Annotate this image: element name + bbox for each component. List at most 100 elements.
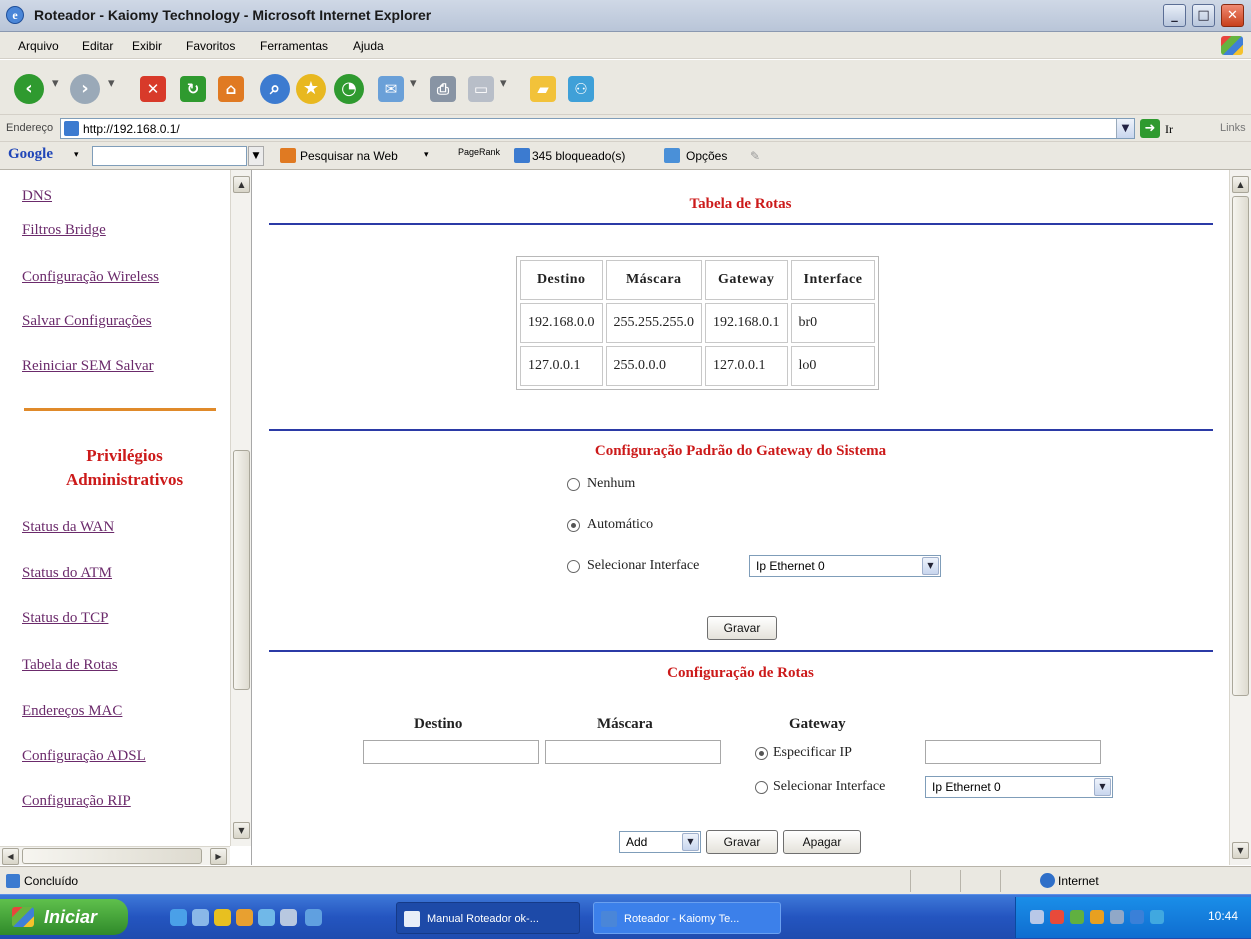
- address-input[interactable]: http://192.168.0.1/ ▼: [60, 118, 1135, 139]
- route-interface-select[interactable]: Ip Ethernet 0 ▼: [925, 776, 1113, 798]
- nav-scroll-thumb[interactable]: [233, 450, 250, 690]
- tray-network-icon[interactable]: [1030, 910, 1044, 924]
- back-icon[interactable]: ‹: [14, 74, 44, 104]
- pencil-icon[interactable]: ✎: [750, 149, 760, 163]
- close-button[interactable]: ✕: [1221, 4, 1244, 27]
- google-logo[interactable]: Google: [8, 146, 53, 163]
- menu-arquivo[interactable]: Arquivo: [18, 39, 59, 53]
- forward-dropdown-icon[interactable]: ▾: [108, 76, 115, 91]
- nav-link-tabela-rotas[interactable]: Tabela de Rotas: [22, 657, 118, 674]
- main-scroll-up-icon[interactable]: ▲: [1232, 176, 1249, 193]
- main-scroll-down-icon[interactable]: ▼: [1232, 842, 1249, 859]
- nav-scroll-up-icon[interactable]: ▲: [233, 176, 250, 193]
- route-save-button[interactable]: Gravar: [706, 830, 778, 854]
- nav-hscroll-thumb[interactable]: [22, 848, 202, 864]
- maximize-button[interactable]: □: [1192, 4, 1215, 27]
- address-url[interactable]: http://192.168.0.1/: [83, 122, 180, 136]
- popup-blocked-count[interactable]: 345 bloqueado(s): [532, 149, 625, 163]
- menu-ferramentas[interactable]: Ferramentas: [260, 39, 328, 53]
- menu-ajuda[interactable]: Ajuda: [353, 39, 384, 53]
- nav-scroll-left-icon[interactable]: ◀: [2, 848, 19, 865]
- stop-icon[interactable]: ✕: [140, 76, 166, 102]
- go-button[interactable]: Ir: [1165, 122, 1173, 137]
- edit-icon[interactable]: ▭: [468, 76, 494, 102]
- mail-dropdown-icon[interactable]: ▾: [410, 76, 417, 91]
- back-dropdown-icon[interactable]: ▾: [52, 76, 59, 91]
- google-search-dropdown-icon[interactable]: ▼: [248, 146, 264, 166]
- google-menu-dropdown-icon[interactable]: ▾: [74, 150, 79, 160]
- task-roteador-kaiomy[interactable]: Roteador - Kaiomy Te...: [593, 902, 781, 934]
- tray-messenger-icon[interactable]: [1150, 910, 1164, 924]
- nav-link-salvar-configuracoes[interactable]: Salvar Configurações: [22, 313, 152, 330]
- gateway-radio-selecionar-interface[interactable]: [567, 560, 580, 573]
- google-search-input[interactable]: [92, 146, 247, 166]
- route-gateway-ip-input[interactable]: [925, 740, 1101, 764]
- mail-icon[interactable]: ✉: [378, 76, 404, 102]
- tray-search-icon[interactable]: [1130, 910, 1144, 924]
- start-button[interactable]: Iniciar: [0, 899, 128, 935]
- nav-link-status-atm[interactable]: Status do ATM: [22, 565, 112, 582]
- chevron-down-icon[interactable]: ▼: [1094, 778, 1111, 796]
- route-destination-input[interactable]: [363, 740, 539, 764]
- nav-scroll-down-icon[interactable]: ▼: [233, 822, 250, 839]
- route-mask-input[interactable]: [545, 740, 721, 764]
- go-arrow-icon[interactable]: ➜: [1140, 119, 1160, 138]
- task-manual-roteador[interactable]: Manual Roteador ok-...: [396, 902, 580, 934]
- gateway-radio-nenhum[interactable]: [567, 478, 580, 491]
- tray-update-icon[interactable]: [1110, 910, 1124, 924]
- minimize-button[interactable]: _: [1163, 4, 1186, 27]
- quicklaunch-ie-icon[interactable]: [170, 909, 187, 926]
- favorites-icon[interactable]: ★: [296, 74, 326, 104]
- print-icon[interactable]: ⎙: [430, 76, 456, 102]
- tray-app-icon[interactable]: [1070, 910, 1084, 924]
- nav-link-configuracao-adsl[interactable]: Configuração ADSL: [22, 748, 146, 765]
- nav-link-configuracao-rip[interactable]: Configuração RIP: [22, 793, 131, 810]
- messenger-icon[interactable]: ⚇: [568, 76, 594, 102]
- nav-link-dns[interactable]: DNS: [22, 188, 52, 205]
- taskbar: Iniciar Manual Roteador ok-... Roteador …: [0, 894, 1251, 939]
- chevron-down-icon[interactable]: ▼: [922, 557, 939, 575]
- links-button[interactable]: Links: [1220, 122, 1246, 134]
- tray-bars-icon[interactable]: [1090, 910, 1104, 924]
- route-radio-specify-ip[interactable]: [755, 747, 768, 760]
- home-icon[interactable]: ⌂: [218, 76, 244, 102]
- tray-security-icon[interactable]: [1050, 910, 1064, 924]
- nav-horizontal-scrollbar[interactable]: ◀ ▶: [0, 846, 230, 865]
- google-options-button[interactable]: Opções: [686, 149, 727, 163]
- edit-dropdown-icon[interactable]: ▾: [500, 76, 507, 91]
- menu-exibir[interactable]: Exibir: [132, 39, 162, 53]
- folder-icon[interactable]: ▰: [530, 76, 556, 102]
- nav-link-status-tcp[interactable]: Status do TCP: [22, 610, 108, 627]
- gateway-interface-select[interactable]: Ip Ethernet 0 ▼: [749, 555, 941, 577]
- address-dropdown-icon[interactable]: ▼: [1116, 119, 1134, 138]
- nav-link-reiniciar-sem-salvar[interactable]: Reiniciar SEM Salvar: [22, 358, 154, 375]
- gateway-save-button[interactable]: Gravar: [707, 616, 777, 640]
- route-radio-select-interface[interactable]: [755, 781, 768, 794]
- quicklaunch-folder-icon[interactable]: [236, 909, 253, 926]
- route-delete-button[interactable]: Apagar: [783, 830, 861, 854]
- main-scroll-thumb[interactable]: [1232, 196, 1249, 696]
- quicklaunch-search-icon[interactable]: [305, 909, 322, 926]
- route-action-select[interactable]: Add ▼: [619, 831, 701, 853]
- search-web-dropdown-icon[interactable]: ▾: [424, 149, 429, 160]
- chevron-down-icon[interactable]: ▼: [682, 833, 699, 851]
- menu-editar[interactable]: Editar: [82, 39, 113, 53]
- history-icon[interactable]: ◔: [334, 74, 364, 104]
- main-vertical-scrollbar[interactable]: ▲ ▼: [1229, 170, 1251, 865]
- nav-link-configuracao-wireless[interactable]: Configuração Wireless: [22, 269, 159, 286]
- nav-link-filtros-bridge[interactable]: Filtros Bridge: [22, 222, 106, 239]
- quicklaunch-app-icon[interactable]: [258, 909, 275, 926]
- nav-link-status-wan[interactable]: Status da WAN: [22, 519, 114, 536]
- nav-link-enderecos-mac[interactable]: Endereços MAC: [22, 703, 122, 720]
- gateway-radio-automatico[interactable]: [567, 519, 580, 532]
- quicklaunch-desktop-icon[interactable]: [192, 909, 209, 926]
- refresh-icon[interactable]: ↻: [180, 76, 206, 102]
- nav-vertical-scrollbar[interactable]: ▲ ▼: [230, 170, 251, 846]
- quicklaunch-media-icon[interactable]: [214, 909, 231, 926]
- forward-icon[interactable]: ›: [70, 74, 100, 104]
- search-icon[interactable]: ⌕: [260, 74, 290, 104]
- google-search-web-button[interactable]: Pesquisar na Web: [300, 149, 398, 163]
- quicklaunch-doc-icon[interactable]: [280, 909, 297, 926]
- menu-favoritos[interactable]: Favoritos: [186, 39, 235, 53]
- nav-scroll-right-icon[interactable]: ▶: [210, 848, 227, 865]
